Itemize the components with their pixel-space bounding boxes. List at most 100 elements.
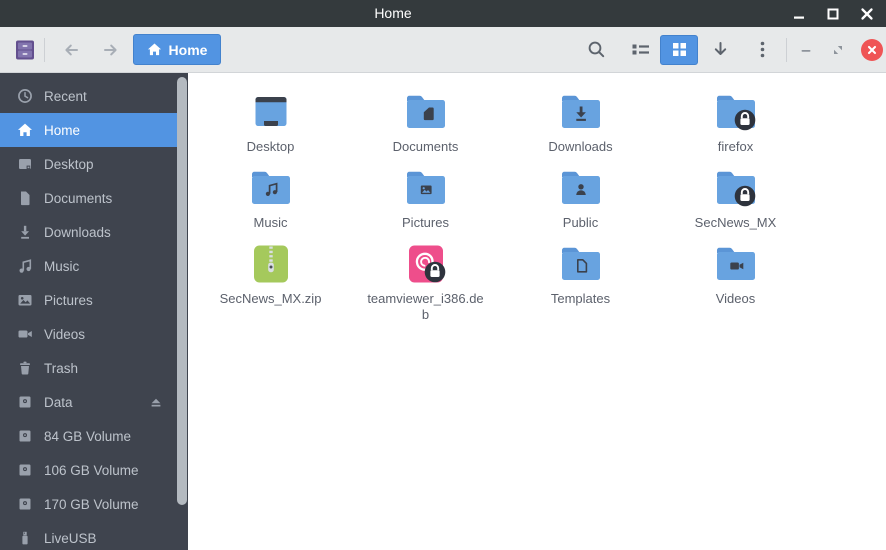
sidebar-item-videos[interactable]: Videos	[0, 317, 177, 351]
file-item-teamviewer-i386-deb[interactable]: teamviewer_i386.deb	[348, 232, 503, 322]
sidebar-item-liveusb[interactable]: LiveUSB	[0, 521, 177, 550]
file-icon	[712, 240, 760, 288]
pictures-icon	[16, 292, 33, 309]
file-cabinet-icon	[16, 40, 34, 59]
file-label: SecNews_MX.zip	[219, 291, 322, 306]
forward-button[interactable]	[91, 34, 131, 66]
file-label: Music	[253, 215, 288, 230]
file-item-documents[interactable]: Documents	[348, 80, 503, 156]
sidebar-item-label: Pictures	[44, 292, 93, 308]
file-item-secnews-mx[interactable]: SecNews_MX	[658, 156, 813, 232]
csd-restore-button[interactable]	[822, 35, 854, 65]
window-title: Home	[374, 5, 412, 21]
grid-view-button[interactable]	[660, 34, 698, 65]
folder-icon	[561, 171, 600, 204]
file-item-videos[interactable]: Videos	[658, 232, 813, 308]
sidebar: Recent Home Desktop Documents Downloads Music…	[0, 73, 188, 550]
list-view-icon	[632, 44, 649, 55]
close-icon	[861, 7, 873, 20]
list-view-button[interactable]	[622, 34, 658, 66]
csd-close-button[interactable]	[861, 38, 883, 61]
titlebar: Home	[0, 0, 886, 27]
folder-icon	[716, 171, 755, 207]
sidebar-item-label: Desktop	[44, 156, 94, 172]
zip-icon	[253, 245, 288, 283]
maximize-icon	[827, 8, 839, 19]
sidebar-scrollbar[interactable]	[177, 77, 187, 505]
file-icon	[402, 240, 450, 288]
sidebar-item-label: Trash	[44, 360, 79, 376]
eject-icon[interactable]	[148, 394, 164, 410]
sidebar-item-170-gb-volume[interactable]: 170 GB Volume	[0, 487, 177, 521]
music-icon	[16, 258, 33, 275]
file-icon	[557, 240, 605, 288]
menu-button[interactable]	[744, 34, 780, 66]
toolbar: Home	[0, 27, 886, 73]
back-button[interactable]	[51, 34, 91, 66]
sidebar-item-data[interactable]: Data	[0, 385, 177, 419]
sidebar-item-trash[interactable]: Trash	[0, 351, 177, 385]
sidebar-list: Recent Home Desktop Documents Downloads Music…	[0, 73, 188, 550]
sidebar-item-84-gb-volume[interactable]: 84 GB Volume	[0, 419, 177, 453]
sidebar-item-documents[interactable]: Documents	[0, 181, 177, 215]
sidebar-item-label: Data	[44, 394, 73, 410]
drive-icon	[16, 462, 33, 479]
titlebar-maximize-button[interactable]	[816, 0, 850, 27]
search-button[interactable]	[578, 34, 614, 66]
sidebar-item-recent[interactable]: Recent	[0, 79, 177, 113]
sidebar-item-downloads[interactable]: Downloads	[0, 215, 177, 249]
file-item-downloads[interactable]: Downloads	[503, 80, 658, 156]
folder-icon	[561, 95, 600, 128]
toolbar-divider	[44, 37, 45, 62]
file-item-pictures[interactable]: Pictures	[348, 156, 503, 232]
csd-close-icon	[867, 45, 877, 54]
file-icon	[557, 88, 605, 136]
folder-icon	[716, 95, 755, 131]
file-item-secnews-mx-zip[interactable]: SecNews_MX.zip	[193, 232, 348, 308]
file-item-firefox[interactable]: firefox	[658, 80, 813, 156]
sidebar-item-106-gb-volume[interactable]: 106 GB Volume	[0, 453, 177, 487]
search-icon	[588, 41, 604, 58]
sidebar-item-label: Home	[44, 122, 81, 138]
drive-icon	[16, 394, 33, 411]
file-label: Public	[562, 215, 599, 230]
download-progress-button[interactable]	[702, 34, 738, 66]
folder-icon	[716, 247, 755, 280]
toolbar-right-cluster	[578, 34, 886, 66]
sidebar-item-music[interactable]: Music	[0, 249, 177, 283]
titlebar-minimize-button[interactable]	[782, 0, 816, 27]
file-icon	[247, 240, 295, 288]
file-icon	[247, 164, 295, 212]
csd-minimize-icon	[801, 49, 811, 52]
app-menu-button[interactable]	[12, 37, 38, 63]
down-arrow-icon	[714, 42, 726, 55]
sidebar-item-pictures[interactable]: Pictures	[0, 283, 177, 317]
home-icon	[147, 43, 161, 56]
sidebar-item-label: 84 GB Volume	[44, 428, 132, 444]
file-item-public[interactable]: Public	[503, 156, 658, 232]
file-label: Desktop	[246, 139, 295, 154]
folder-icon	[561, 247, 600, 280]
location-home-button[interactable]: Home	[133, 34, 221, 65]
sidebar-item-home[interactable]: Home	[0, 113, 177, 147]
home-icon	[16, 122, 33, 139]
drive-icon	[16, 496, 33, 513]
folder-icon	[406, 171, 445, 204]
file-icon	[402, 164, 450, 212]
file-item-desktop[interactable]: Desktop	[193, 80, 348, 156]
sidebar-item-desktop[interactable]: Desktop	[0, 147, 177, 181]
sidebar-item-label: Videos	[44, 326, 86, 342]
csd-minimize-button[interactable]	[790, 35, 822, 65]
titlebar-controls	[782, 0, 884, 27]
usb-icon	[16, 530, 33, 547]
grid-view-icon	[672, 43, 686, 56]
file-item-templates[interactable]: Templates	[503, 232, 658, 308]
drive-icon	[16, 428, 33, 445]
file-item-music[interactable]: Music	[193, 156, 348, 232]
file-icon	[402, 88, 450, 136]
file-icon	[247, 88, 295, 136]
trash-icon	[16, 360, 33, 377]
titlebar-close-button[interactable]	[850, 0, 884, 27]
csd-restore-icon	[834, 45, 842, 54]
minimize-icon	[794, 16, 804, 19]
